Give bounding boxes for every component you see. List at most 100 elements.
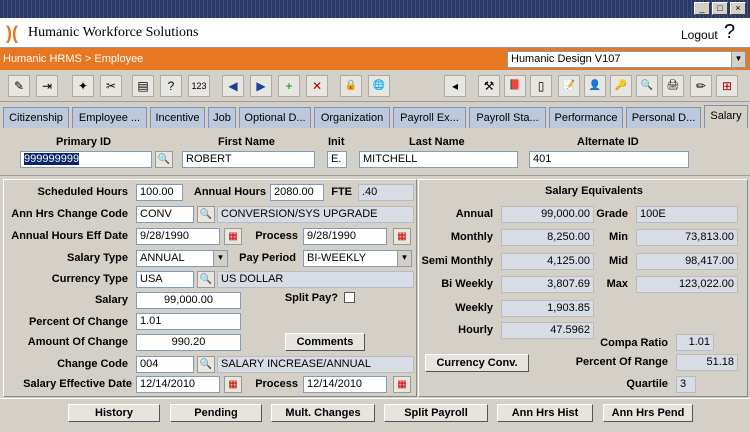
close-icon[interactable]: × [730, 2, 746, 15]
change-code-label: Change Code [57, 358, 128, 370]
primary-id-label: Primary ID [56, 136, 112, 148]
annual-hours-eff-date-label: Annual Hours Eff Date [11, 230, 128, 242]
tab-job[interactable]: Job [208, 107, 236, 128]
first-name-label: First Name [218, 136, 275, 148]
page-icon[interactable]: ▯ [530, 75, 552, 97]
amount-of-change-label: Amount Of Change [27, 336, 128, 348]
pencil-icon[interactable]: ✏ [690, 75, 712, 97]
calendar-icon[interactable]: ▦ [224, 376, 242, 393]
tab-incentive[interactable]: Incentive [150, 107, 205, 128]
calendar-icon[interactable]: ▦ [224, 228, 242, 245]
next-icon[interactable]: ▶ [250, 75, 272, 97]
process-label: Process [255, 230, 298, 242]
tab-employee[interactable]: Employee ... [72, 107, 147, 128]
humanic-logo-icon: )( [6, 23, 18, 43]
salary-type-select[interactable]: ANNUAL ▼ [136, 250, 228, 267]
tab-payroll-ex[interactable]: Payroll Ex... [393, 107, 466, 128]
history-button[interactable]: History [68, 404, 160, 422]
design-select[interactable]: Humanic Design V107 ▼ [507, 51, 746, 68]
add-record-icon[interactable]: + [278, 75, 300, 97]
annual-hours-eff-date-field[interactable]: 9/28/1990 [136, 228, 220, 245]
table-icon[interactable]: ▤ [132, 75, 154, 97]
mult-changes-button[interactable]: Mult. Changes [271, 404, 375, 422]
pay-period-select[interactable]: BI-WEEKLY ▼ [303, 250, 412, 267]
book-icon[interactable]: 📕 [504, 75, 526, 97]
lock-icon[interactable]: 🔒 [340, 75, 362, 97]
process-date-2-field[interactable]: 12/14/2010 [303, 376, 387, 393]
ann-hrs-change-code-field[interactable]: CONV [136, 206, 194, 223]
tab-citizenship[interactable]: Citizenship [3, 107, 69, 128]
note-icon[interactable]: ✎ [8, 75, 30, 97]
search-icon[interactable]: 🔍 [155, 151, 173, 168]
help-table-icon[interactable]: ? [160, 75, 182, 97]
title-strip: _ □ × [0, 0, 750, 18]
toolbar: ✎ ⇥ ✦ ✂ ▤ ? 123 ◀ ▶ + ✕ 🔒 🌐 ◂ ⚒ 📕 ▯ 📝 👤 … [0, 70, 750, 102]
currency-type-field[interactable]: USA [136, 271, 194, 288]
init-label: Init [328, 136, 345, 148]
numbers-icon[interactable]: 123 [188, 75, 210, 97]
delete-record-icon[interactable]: ✕ [306, 75, 328, 97]
tools-icon[interactable]: ⚒ [478, 75, 500, 97]
ann-hrs-pend-button[interactable]: Ann Hrs Pend [603, 404, 693, 422]
exit-icon[interactable]: ⇥ [36, 75, 58, 97]
maximize-icon[interactable]: □ [712, 2, 728, 15]
salary-type-value: ANNUAL [140, 252, 185, 264]
amount-of-change-field[interactable]: 990.20 [136, 334, 241, 351]
prev-icon[interactable]: ◀ [222, 75, 244, 97]
alternate-id-field[interactable]: 401 [529, 151, 689, 168]
process-date-field[interactable]: 9/28/1990 [303, 228, 387, 245]
change-code-field[interactable]: 004 [136, 356, 194, 373]
memo-icon[interactable]: 📝 [558, 75, 580, 97]
design-select-value: Humanic Design V107 [511, 53, 621, 65]
minimize-icon[interactable]: _ [694, 2, 710, 15]
chevron-down-icon: ▼ [213, 251, 227, 266]
percent-of-change-field[interactable]: 1.01 [136, 313, 241, 330]
search-record-icon[interactable]: 🔍 [636, 75, 658, 97]
currency-conversion-button[interactable]: Currency Conv. [425, 354, 529, 372]
help-icon[interactable]: ? [724, 21, 735, 44]
split-payroll-button[interactable]: Split Payroll [384, 404, 488, 422]
salary-field[interactable]: 99,000.00 [136, 292, 241, 309]
annual-hours-label: Annual Hours [193, 186, 266, 198]
calendar-icon[interactable]: ▦ [393, 228, 411, 245]
init-field[interactable]: E. [327, 151, 347, 168]
logout-link[interactable]: Logout [681, 28, 718, 42]
scheduled-hours-field[interactable]: 100.00 [136, 184, 183, 201]
print-icon[interactable]: 🖨 [662, 75, 684, 97]
tab-payroll-sta[interactable]: Payroll Sta... [469, 107, 546, 128]
tab-personal-data[interactable]: Personal D... [626, 107, 701, 128]
window-controls: _ □ × [694, 2, 746, 15]
calendar-icon[interactable]: ▦ [393, 376, 411, 393]
split-pay-checkbox[interactable] [344, 292, 355, 303]
monthly-label: Monthly [450, 231, 493, 243]
tab-organization[interactable]: Organization [314, 107, 390, 128]
comments-button[interactable]: Comments [285, 333, 365, 351]
tab-performance[interactable]: Performance [549, 107, 623, 128]
salary-label: Salary [94, 294, 128, 306]
key-icon[interactable]: 🔑 [610, 75, 632, 97]
back-icon[interactable]: ◂ [444, 75, 466, 97]
org-chart-icon[interactable]: ⊞ [716, 75, 738, 97]
percent-of-range-value: 51.18 [676, 354, 738, 371]
alternate-id-label: Alternate ID [577, 136, 639, 148]
ann-hrs-hist-button[interactable]: Ann Hrs Hist [497, 404, 593, 422]
search-icon[interactable]: 🔍 [197, 356, 215, 373]
tab-optional-data[interactable]: Optional D... [239, 107, 311, 128]
annual-hours-field[interactable]: 2080.00 [270, 184, 324, 201]
bi-weekly-label: Bi Weekly [441, 278, 493, 290]
min-value: 73,813.00 [636, 229, 738, 246]
primary-id-field[interactable]: 999999999 [20, 151, 152, 168]
search-icon[interactable]: 🔍 [197, 206, 215, 223]
pending-button[interactable]: Pending [170, 404, 262, 422]
primary-id-value: 999999999 [24, 153, 80, 165]
ann-hrs-change-desc: CONVERSION/SYS UPGRADE [217, 206, 414, 223]
last-name-field[interactable]: MITCHELL [359, 151, 518, 168]
user-photo-icon[interactable]: 👤 [584, 75, 606, 97]
clear-icon[interactable]: ✂ [100, 75, 122, 97]
salary-effective-date-field[interactable]: 12/14/2010 [136, 376, 220, 393]
search-icon[interactable]: 🔍 [197, 271, 215, 288]
globe-icon[interactable]: 🌐 [368, 75, 390, 97]
first-name-field[interactable]: ROBERT [182, 151, 315, 168]
pin-icon[interactable]: ✦ [72, 75, 94, 97]
tab-salary[interactable]: Salary [704, 105, 748, 128]
